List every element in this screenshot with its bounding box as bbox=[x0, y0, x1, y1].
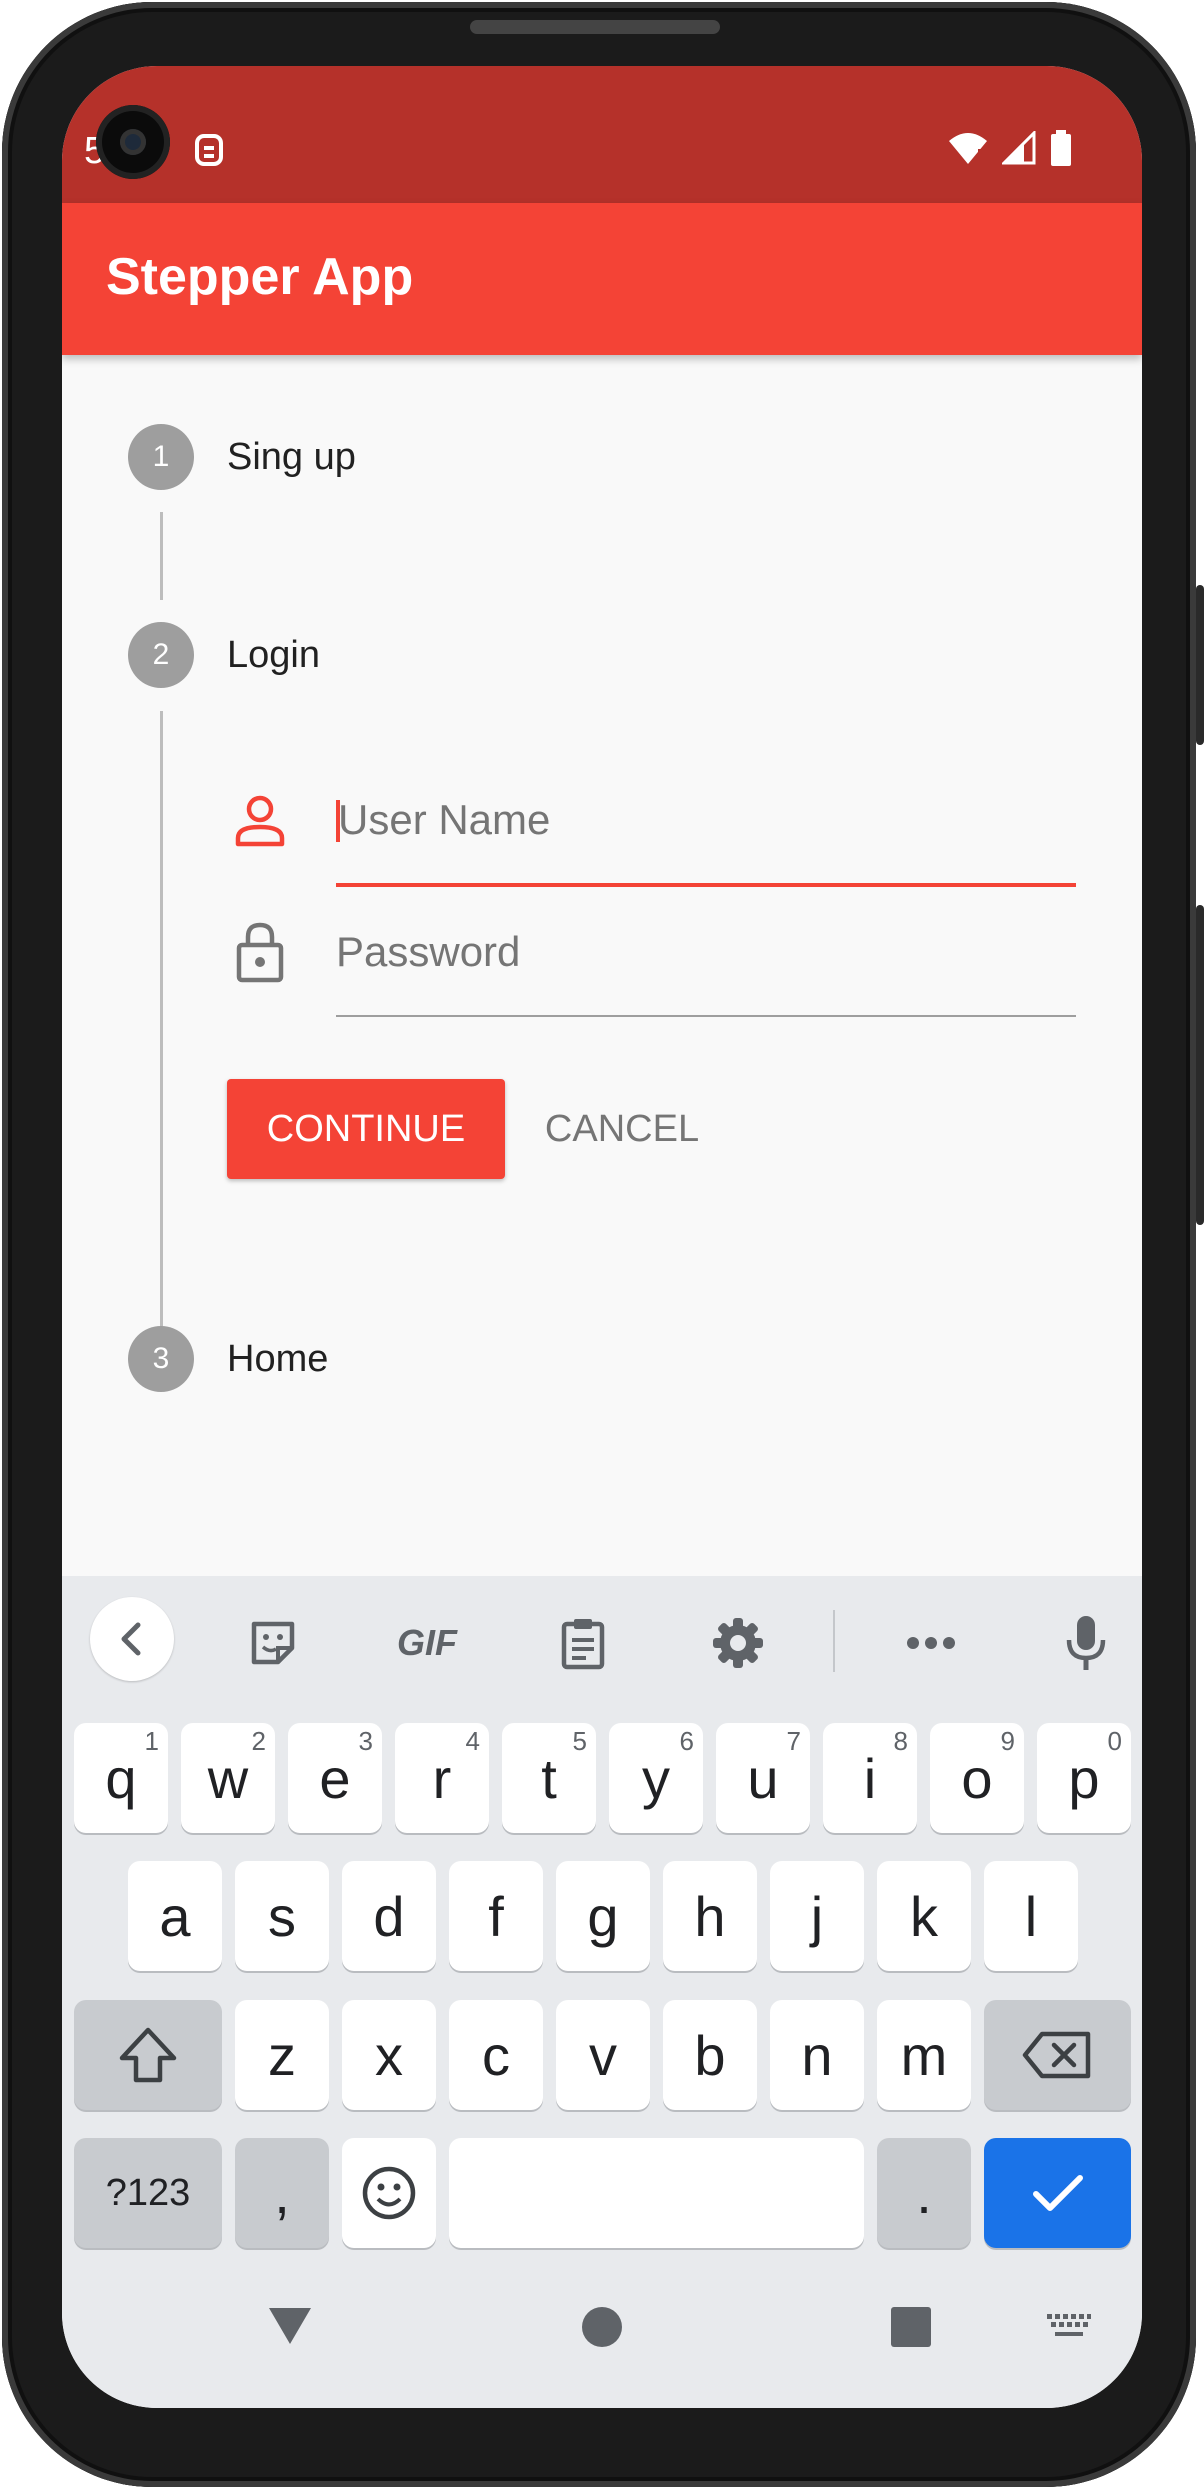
gif-button[interactable]: GIF bbox=[384, 1600, 470, 1686]
wifi-icon bbox=[949, 133, 987, 165]
key-m[interactable]: m bbox=[877, 2000, 971, 2110]
checkmark-icon bbox=[1032, 2175, 1083, 2211]
nav-recents-icon[interactable] bbox=[891, 2307, 931, 2347]
cancel-button[interactable]: CANCEL bbox=[522, 1079, 722, 1179]
step-3-number: 3 bbox=[152, 1342, 170, 1375]
key-c[interactable]: c bbox=[449, 2000, 543, 2110]
key-x[interactable]: x bbox=[342, 2000, 436, 2110]
key-y[interactable]: y6 bbox=[609, 1723, 703, 1833]
key-l[interactable]: l bbox=[984, 1861, 1078, 1971]
username-underline bbox=[336, 883, 1076, 887]
step-2-title[interactable]: Login bbox=[227, 634, 320, 677]
key-h[interactable]: h bbox=[663, 1861, 757, 1971]
step-3-circle[interactable]: 3 bbox=[128, 1326, 194, 1392]
person-outline-icon bbox=[235, 795, 285, 847]
status-icons bbox=[948, 130, 1072, 166]
key-t[interactable]: t5 bbox=[502, 1723, 596, 1833]
key-i[interactable]: i8 bbox=[823, 1723, 917, 1833]
front-camera bbox=[96, 105, 170, 179]
continue-button[interactable]: CONTINUE bbox=[227, 1079, 505, 1179]
step-3-title[interactable]: Home bbox=[227, 1338, 328, 1381]
key-u[interactable]: u7 bbox=[716, 1723, 810, 1833]
username-input[interactable]: User Name bbox=[338, 796, 550, 844]
microphone-icon bbox=[1066, 1616, 1106, 1670]
volume-button bbox=[1196, 585, 1204, 745]
key-a[interactable]: a bbox=[128, 1861, 222, 1971]
key-w[interactable]: w2 bbox=[181, 1723, 275, 1833]
password-input[interactable]: Password bbox=[336, 928, 520, 976]
key-e[interactable]: e3 bbox=[288, 1723, 382, 1833]
battery-icon bbox=[1051, 130, 1071, 166]
backspace-key[interactable] bbox=[984, 2000, 1131, 2110]
settings-icon bbox=[713, 1618, 763, 1668]
key-f[interactable]: f bbox=[449, 1861, 543, 1971]
key-n[interactable]: n bbox=[770, 2000, 864, 2110]
step-connector-1 bbox=[160, 512, 163, 600]
key-r[interactable]: r4 bbox=[395, 1723, 489, 1833]
password-underline bbox=[336, 1015, 1076, 1017]
key-d[interactable]: d bbox=[342, 1861, 436, 1971]
more-button[interactable] bbox=[888, 1600, 974, 1686]
step-1-circle[interactable]: 1 bbox=[128, 424, 194, 490]
comma-key[interactable]: , bbox=[235, 2138, 329, 2248]
period-key[interactable]: . bbox=[877, 2138, 971, 2248]
more-icon bbox=[907, 1637, 955, 1649]
step-connector-2 bbox=[160, 711, 163, 1369]
key-q[interactable]: q1 bbox=[74, 1723, 168, 1833]
clipboard-button[interactable] bbox=[540, 1600, 626, 1686]
key-k[interactable]: k bbox=[877, 1861, 971, 1971]
sticker-button[interactable] bbox=[230, 1600, 316, 1686]
keyboard-back-button[interactable] bbox=[90, 1597, 174, 1681]
earpiece-speaker bbox=[470, 20, 720, 34]
step-2-circle[interactable]: 2 bbox=[128, 622, 194, 688]
key-s[interactable]: s bbox=[235, 1861, 329, 1971]
soft-keyboard: GIF q 1 w 2 e 3 r 4 t 5 y 6 u 7 i 8 o 9 … bbox=[62, 1576, 1142, 2408]
shift-key[interactable] bbox=[74, 2000, 222, 2110]
backspace-icon bbox=[1022, 2031, 1090, 2079]
emoji-key[interactable] bbox=[342, 2138, 436, 2248]
app-title: Stepper App bbox=[106, 248, 414, 306]
step-1-number: 1 bbox=[152, 440, 170, 473]
key-j[interactable]: j bbox=[770, 1861, 864, 1971]
keyboard-settings-button[interactable] bbox=[695, 1600, 781, 1686]
key-p[interactable]: p0 bbox=[1037, 1723, 1131, 1833]
key-v[interactable]: v bbox=[556, 2000, 650, 2110]
keyboard-switch-icon[interactable] bbox=[1047, 2314, 1091, 2340]
status-bar: 5 bbox=[62, 66, 1142, 203]
lock-outline-icon bbox=[236, 922, 284, 983]
back-chevron-icon bbox=[121, 1622, 141, 1656]
step-2-number: 2 bbox=[152, 638, 170, 671]
symbols-key[interactable]: ?123 bbox=[74, 2138, 222, 2248]
sticker-icon bbox=[251, 1621, 295, 1665]
nav-back-icon[interactable] bbox=[267, 2306, 313, 2346]
gif-label: GIF bbox=[397, 1622, 457, 1663]
shift-icon bbox=[119, 2027, 177, 2083]
key-g[interactable]: g bbox=[556, 1861, 650, 1971]
step-1-title[interactable]: Sing up bbox=[227, 436, 356, 479]
key-z[interactable]: z bbox=[235, 2000, 329, 2110]
key-b[interactable]: b bbox=[663, 2000, 757, 2110]
enter-key[interactable] bbox=[984, 2138, 1131, 2248]
cellular-signal-icon bbox=[1002, 131, 1036, 165]
toolbar-separator bbox=[833, 1610, 835, 1672]
emoji-icon bbox=[362, 2166, 416, 2220]
screen: 5 Stepper App 1 Sing up 2 Login User Nam… bbox=[62, 66, 1142, 2408]
power-button bbox=[1196, 905, 1204, 1225]
space-key[interactable] bbox=[449, 2138, 864, 2248]
voice-input-button[interactable] bbox=[1043, 1600, 1129, 1686]
nav-home-icon[interactable] bbox=[582, 2307, 622, 2347]
key-o[interactable]: o9 bbox=[930, 1723, 1024, 1833]
app-bar: Stepper App bbox=[62, 203, 1142, 355]
clipboard-icon bbox=[561, 1619, 605, 1670]
notification-icon bbox=[195, 134, 223, 166]
